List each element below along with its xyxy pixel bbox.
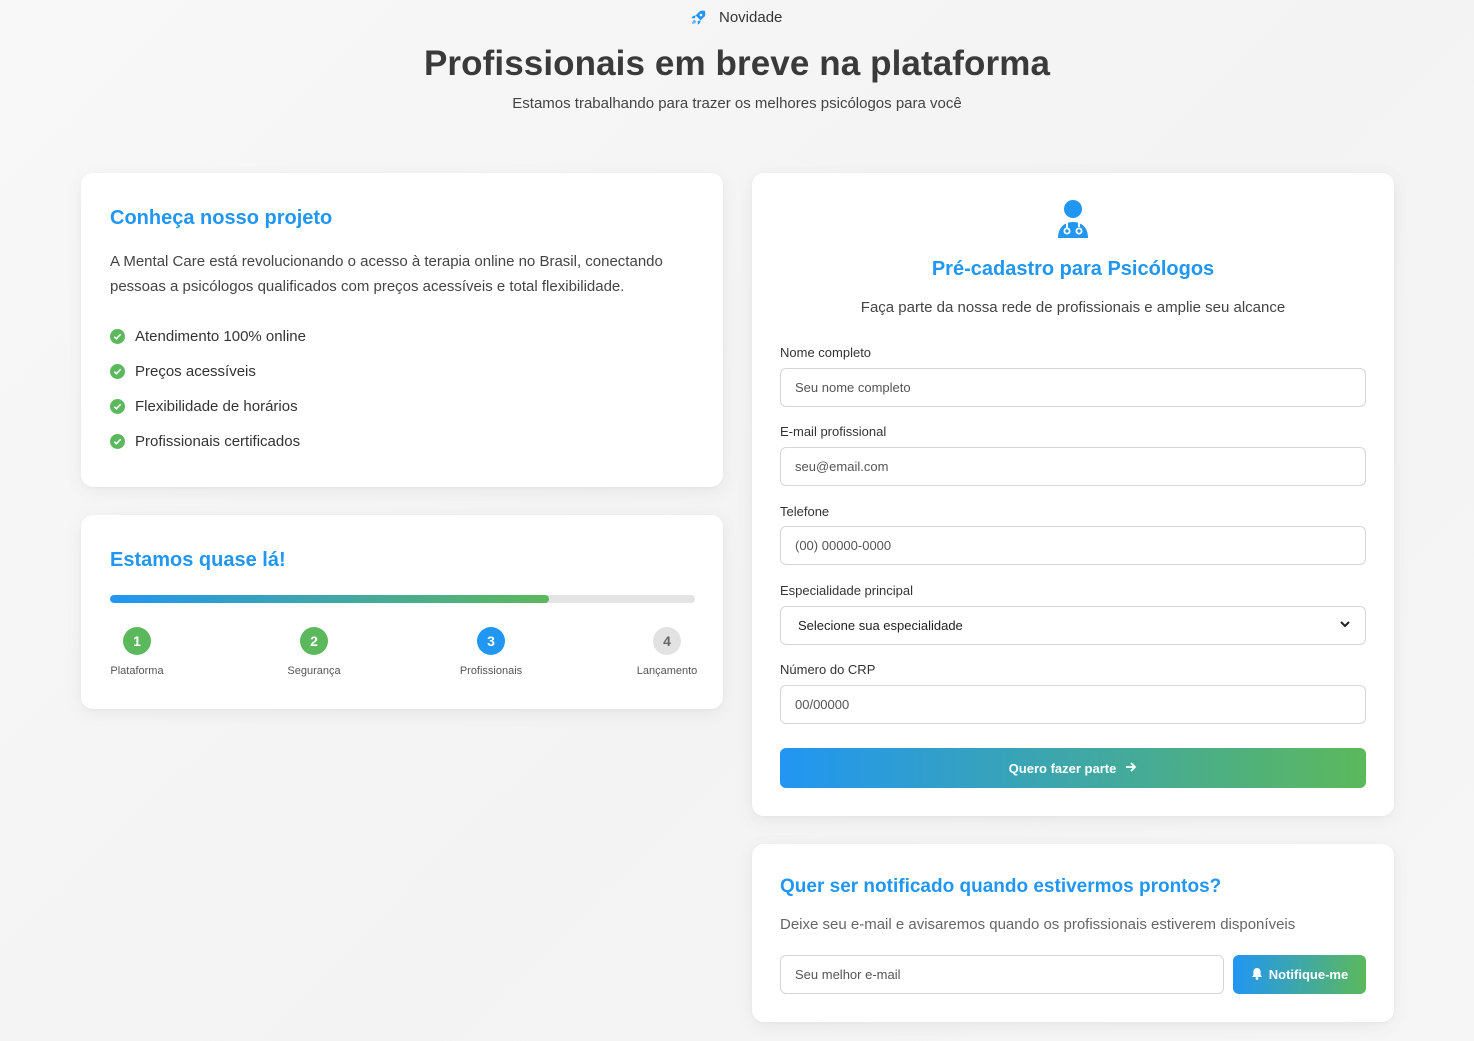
step-label: Segurança: [287, 665, 341, 677]
arrow-right-icon: [1125, 761, 1137, 776]
submit-button[interactable]: Quero fazer parte: [780, 748, 1366, 788]
progress-title: Estamos quase lá!: [110, 549, 286, 571]
specialty-value: Selecione sua especialidade: [798, 618, 963, 633]
notify-title: Quer ser notificado quando estivermos pr…: [780, 876, 1222, 897]
progress-bar: [110, 595, 695, 603]
phone-input[interactable]: (00) 00000-0000: [780, 526, 1366, 565]
name-input[interactable]: Seu nome completo: [780, 368, 1366, 407]
email-input[interactable]: seu@email.com: [780, 447, 1366, 486]
feature-list: Atendimento 100% online Preços acessívei…: [110, 319, 306, 459]
step-number: 2: [300, 627, 328, 655]
doctor-icon: [1055, 199, 1091, 244]
check-circle-icon: [110, 399, 125, 414]
notify-description: Deixe seu e-mail e avisaremos quando os …: [780, 916, 1296, 933]
progress-card: Estamos quase lá! 1 Plataforma 2 Seguran…: [81, 515, 723, 709]
novidade-badge: Novidade: [690, 6, 782, 28]
progress-step: 3 Profissionais: [446, 627, 536, 677]
crp-label: Número do CRP: [780, 662, 876, 677]
notify-button-label: Notifique-me: [1268, 967, 1349, 982]
notify-card: Quer ser notificado quando estivermos pr…: [752, 844, 1394, 1022]
phone-label: Telefone: [780, 504, 830, 519]
check-circle-icon: [110, 364, 125, 379]
project-title: Conheça nosso projeto: [110, 207, 333, 229]
project-card: Conheça nosso projeto A Mental Care está…: [81, 173, 723, 487]
feature-item: Flexibilidade de horários: [110, 389, 306, 424]
page-subtitle: Estamos trabalhando para trazer os melho…: [512, 95, 962, 112]
pre-register-card: Pré-cadastro para Psicólogos Faça parte …: [752, 173, 1394, 816]
feature-item: Profissionais certificados: [110, 424, 306, 459]
feature-item: Atendimento 100% online: [110, 319, 306, 354]
step-number: 3: [477, 627, 505, 655]
step-label: Profissionais: [459, 665, 523, 677]
progress-step: 4 Lançamento: [622, 627, 712, 677]
feature-label: Flexibilidade de horários: [135, 398, 298, 415]
bell-icon: [1251, 967, 1263, 983]
page-title: Profissionais em breve na plataforma: [423, 44, 1051, 83]
notify-email-input[interactable]: Seu melhor e-mail: [780, 955, 1224, 994]
project-description: A Mental Care está revolucionando o aces…: [110, 253, 663, 295]
specialty-select[interactable]: Selecione sua especialidade: [780, 606, 1366, 645]
progress-step: 2 Segurança: [269, 627, 359, 677]
pre-register-title: Pré-cadastro para Psicólogos: [931, 258, 1215, 280]
crp-input[interactable]: 00/00000: [780, 685, 1366, 724]
submit-label: Quero fazer parte: [1008, 760, 1117, 776]
step-label: Lançamento: [636, 665, 698, 677]
progress-bar-fill: [110, 595, 549, 603]
specialty-label: Especialidade principal: [780, 583, 913, 598]
email-label: E-mail profissional: [780, 424, 887, 439]
feature-item: Preços acessíveis: [110, 354, 306, 389]
badge-label: Novidade: [719, 8, 783, 26]
progress-step: 1 Plataforma: [92, 627, 182, 677]
step-number: 1: [123, 627, 151, 655]
check-circle-icon: [110, 329, 125, 344]
feature-label: Profissionais certificados: [135, 433, 301, 450]
feature-label: Atendimento 100% online: [135, 328, 306, 345]
notify-button[interactable]: Notifique-me: [1233, 955, 1366, 994]
step-number: 4: [653, 627, 681, 655]
step-label: Plataforma: [110, 665, 164, 677]
name-label: Nome completo: [780, 345, 872, 360]
pre-register-intro: Faça parte da nossa rede de profissionai…: [860, 299, 1286, 316]
rocket-icon: [690, 9, 707, 26]
check-circle-icon: [110, 434, 125, 449]
feature-label: Preços acessíveis: [135, 363, 256, 380]
chevron-down-icon: [1339, 618, 1351, 633]
